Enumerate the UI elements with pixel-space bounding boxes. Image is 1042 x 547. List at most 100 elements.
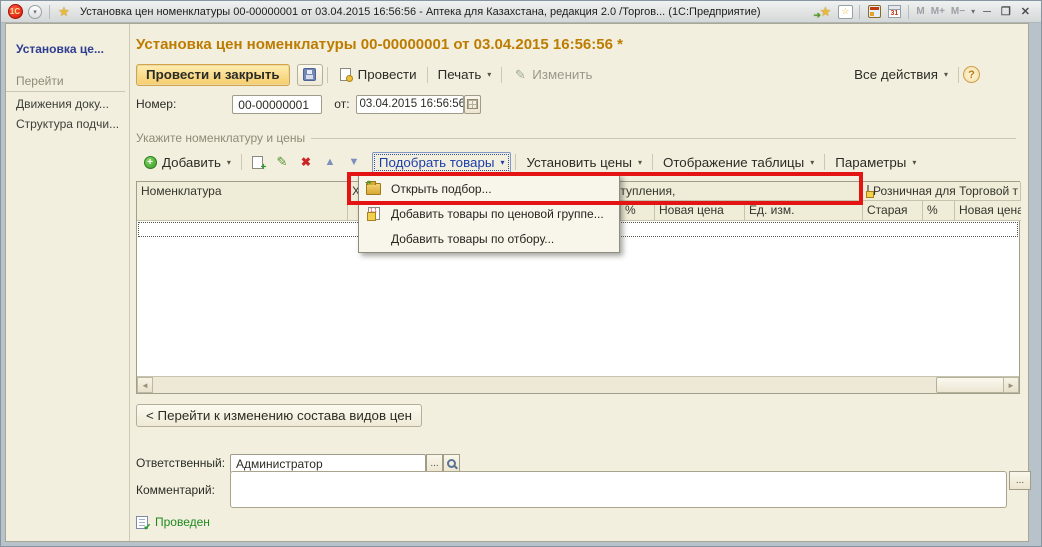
column-percent-retail[interactable]: % bbox=[923, 201, 955, 221]
calendar-icon[interactable]: 31 bbox=[885, 4, 903, 20]
form-area: Установка це... Перейти Движения доку...… bbox=[5, 23, 1029, 542]
chevron-down-icon: ▾ bbox=[944, 70, 948, 79]
nav-section-goto: Перейти bbox=[6, 72, 125, 92]
add-button[interactable]: +Добавить▾ bbox=[136, 151, 237, 173]
help-button[interactable]: ? bbox=[963, 66, 980, 83]
arrow-up-icon: ▲ bbox=[322, 154, 338, 170]
add-favorite-icon[interactable]: ★ bbox=[816, 4, 834, 20]
divider bbox=[652, 154, 653, 170]
responsible-label: Ответственный: bbox=[136, 456, 225, 470]
menu-item-add-by-filter[interactable]: Добавить товары по отбору... bbox=[359, 226, 619, 251]
favorites-star-icon[interactable]: ★ bbox=[55, 4, 73, 20]
favorites-list-icon[interactable]: ☆ bbox=[836, 4, 854, 20]
command-bar: Провести и закрыть Провести Печать▾ ✎Изм… bbox=[136, 62, 1020, 87]
move-up-button[interactable]: ▲ bbox=[318, 151, 342, 173]
post-and-close-button[interactable]: Провести и закрыть bbox=[136, 64, 290, 86]
delete-icon: ✖ bbox=[298, 154, 314, 170]
menu-item-add-by-price-group[interactable]: 1.1 Добавить товары по ценовой группе... bbox=[359, 201, 619, 226]
nav-link-document-movements[interactable]: Движения доку... bbox=[6, 94, 129, 114]
post-button[interactable]: Провести bbox=[332, 64, 423, 86]
comment-input[interactable] bbox=[230, 471, 1007, 508]
copy-row-button[interactable]: + bbox=[246, 151, 270, 173]
arrow-down-icon: ▼ bbox=[346, 154, 362, 170]
table-view-button[interactable]: Отображение таблицы▾ bbox=[657, 151, 820, 173]
items-toolbar: +Добавить▾ + ✎ ✖ ▲ ▼ Подобрать товары▾ У… bbox=[136, 150, 922, 174]
divider bbox=[958, 67, 959, 83]
navigation-panel: Установка це... Перейти Движения доку...… bbox=[6, 24, 130, 541]
post-document-icon bbox=[338, 67, 354, 83]
date-picker-button[interactable] bbox=[464, 95, 481, 114]
nav-current-item[interactable]: Установка це... bbox=[6, 40, 129, 58]
comment-label: Комментарий: bbox=[136, 483, 215, 497]
nav-link-subordination-structure[interactable]: Структура подчи... bbox=[6, 114, 129, 134]
memory-plus-button[interactable]: M+ bbox=[931, 6, 945, 17]
column-old-price-retail[interactable]: Старая bbox=[863, 201, 923, 221]
divider bbox=[241, 154, 242, 170]
column-new-price-retail[interactable]: Новая цена bbox=[955, 201, 1021, 221]
print-button[interactable]: Печать▾ bbox=[432, 64, 498, 86]
pencil-icon: ✎ bbox=[512, 67, 528, 83]
goto-price-kinds-button[interactable]: < Перейти к изменению состава видов цен bbox=[136, 404, 422, 427]
parameters-button[interactable]: Параметры▾ bbox=[829, 151, 922, 173]
column-nomenclature[interactable]: Номенклатура bbox=[137, 182, 348, 221]
delete-row-button[interactable]: ✖ bbox=[294, 151, 318, 173]
save-icon bbox=[302, 67, 318, 83]
divider bbox=[859, 5, 860, 19]
number-input[interactable]: 00-00000001 bbox=[232, 95, 322, 114]
copy-icon: + bbox=[250, 154, 266, 170]
chevron-down-icon: ▾ bbox=[500, 158, 504, 167]
horizontal-scrollbar[interactable]: ◄ ► bbox=[137, 377, 1019, 393]
column-percent[interactable]: % bbox=[621, 201, 655, 221]
memory-minus-button[interactable]: M− bbox=[951, 6, 965, 17]
scroll-left-button[interactable]: ◄ bbox=[137, 377, 153, 393]
menu-item-open-selection[interactable]: Открыть подбор... bbox=[359, 176, 619, 201]
scrollbar-thumb[interactable] bbox=[936, 377, 1005, 393]
open-selection-icon bbox=[365, 183, 382, 195]
chevron-down-icon: ▾ bbox=[638, 158, 642, 167]
maximize-button[interactable]: ❒ bbox=[1001, 5, 1011, 18]
title-bar: 1С ▾ ★ Установка цен номенклатуры 00-000… bbox=[1, 1, 1041, 23]
section-title: Укажите номенклатуру и цены bbox=[136, 131, 305, 145]
chevron-down-icon: ▾ bbox=[487, 70, 491, 79]
pick-goods-dropdown-menu: Открыть подбор... 1.1 Добавить товары по… bbox=[358, 174, 620, 253]
section-header: Укажите номенклатуру и цены bbox=[136, 131, 1016, 145]
column-unit[interactable]: Ед. изм. bbox=[745, 201, 863, 221]
scroll-right-button[interactable]: ► bbox=[1003, 377, 1019, 393]
divider bbox=[515, 154, 516, 170]
column-group-retail-price[interactable]: Розничная для Торговой т bbox=[863, 182, 1021, 201]
comment-ellipsis-button[interactable]: ... bbox=[1009, 471, 1031, 490]
status-row: Проведен bbox=[136, 515, 210, 529]
pencil-icon: ✎ bbox=[274, 154, 290, 170]
divider bbox=[824, 154, 825, 170]
app-window: 1С ▾ ★ Установка цен номенклатуры 00-000… bbox=[0, 0, 1042, 547]
minimize-button[interactable]: ─ bbox=[983, 6, 991, 18]
column-new-price[interactable]: Новая цена bbox=[655, 201, 745, 221]
edit-row-button[interactable]: ✎ bbox=[270, 151, 294, 173]
close-button[interactable]: ✕ bbox=[1021, 5, 1030, 18]
date-input[interactable]: 03.04.2015 16:56:56 bbox=[356, 95, 464, 114]
divider bbox=[311, 138, 1016, 139]
responsible-search-button[interactable] bbox=[443, 454, 460, 473]
edit-button[interactable]: ✎Изменить bbox=[506, 64, 598, 86]
pick-goods-button[interactable]: Подобрать товары▾ bbox=[372, 152, 512, 173]
document-form: Установка цен номенклатуры 00-00000001 о… bbox=[130, 24, 1028, 541]
divider bbox=[501, 67, 502, 83]
calculator-icon[interactable] bbox=[865, 4, 883, 20]
set-prices-button[interactable]: Установить цены▾ bbox=[520, 151, 648, 173]
divider bbox=[908, 5, 909, 19]
save-button[interactable] bbox=[297, 64, 323, 86]
calendar-grid-icon bbox=[467, 99, 478, 109]
price-group-icon: 1.1 bbox=[365, 207, 382, 220]
posted-document-icon bbox=[136, 516, 148, 529]
divider bbox=[327, 67, 328, 83]
responsible-input[interactable]: Администратор bbox=[230, 454, 426, 473]
memory-recall-button[interactable]: M bbox=[916, 6, 924, 17]
toolbar-overflow-icon[interactable]: ▾ bbox=[971, 7, 975, 16]
magnifier-icon bbox=[447, 459, 456, 468]
responsible-ellipsis-button[interactable]: ... bbox=[426, 454, 443, 473]
move-down-button[interactable]: ▼ bbox=[342, 151, 366, 173]
chevron-down-icon: ▾ bbox=[810, 158, 814, 167]
system-menu-icon[interactable]: ▾ bbox=[26, 4, 44, 20]
window-title: Установка цен номенклатуры 00-00000001 о… bbox=[80, 6, 815, 18]
all-actions-button[interactable]: Все действия▾ bbox=[848, 64, 954, 86]
